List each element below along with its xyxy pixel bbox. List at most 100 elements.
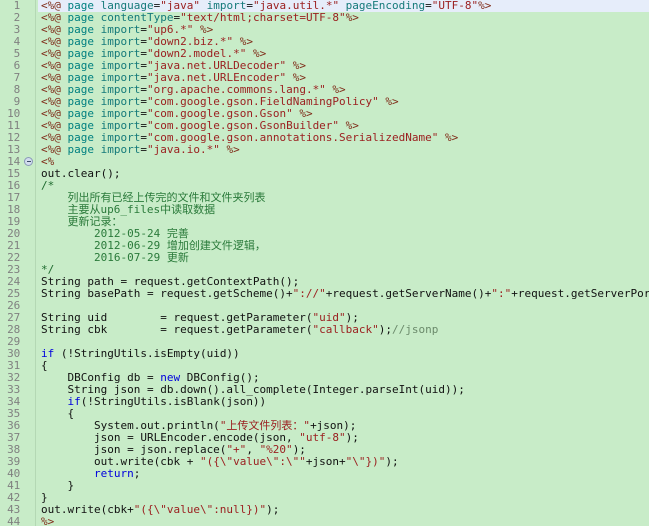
collapse-minus-icon[interactable] <box>24 157 33 166</box>
code-line-content[interactable]: String json = db.down().all_complete(Int… <box>38 384 649 396</box>
code-line-content[interactable]: <%@ page import="java.io.*" %> <box>38 144 649 156</box>
code-line-content[interactable] <box>38 336 649 348</box>
code-line-content[interactable]: if (!StringUtils.isEmpty(uid)) <box>38 348 649 360</box>
code-line[interactable]: 7 <%@ page import="java.net.URLEncoder" %… <box>0 72 649 84</box>
code-line-content[interactable]: String uid = request.getParameter("uid")… <box>38 312 649 324</box>
code-line-content[interactable]: <%@ page contentType="text/html;charset=… <box>38 12 649 24</box>
code-line-content[interactable]: String cbk = request.getParameter("callb… <box>38 324 649 336</box>
code-line[interactable]: 8 <%@ page import="org.apache.commons.lan… <box>0 84 649 96</box>
code-line[interactable]: 12 <%@ page import="com.google.gson.annot… <box>0 132 649 144</box>
code-line[interactable]: 40 return; <box>0 468 649 480</box>
code-line[interactable]: 18 主要从up6_files中读取数据 <box>0 204 649 216</box>
code-token: String basePath = request.getScheme()+ <box>41 288 293 300</box>
code-line-content[interactable]: <%@ page import="com.google.gson.GsonBui… <box>38 120 649 132</box>
code-line-content[interactable]: return; <box>38 468 649 480</box>
code-line[interactable]: 16/* <box>0 180 649 192</box>
code-line-content[interactable]: <%@ page import="down2.biz.*" %> <box>38 36 649 48</box>
code-line[interactable]: 43 out.write(cbk+"({\"value\":null})"); <box>0 504 649 516</box>
code-line-content[interactable]: { <box>38 408 649 420</box>
code-line[interactable]: 35 { <box>0 408 649 420</box>
code-line-content[interactable]: <%@ page import="java.net.URLDecoder" %> <box>38 60 649 72</box>
code-line[interactable]: 5 <%@ page import="down2.model.*" %> <box>0 48 649 60</box>
fold-spacer <box>22 432 35 444</box>
fold-toggle[interactable] <box>22 156 35 168</box>
code-line[interactable]: 38 json = json.replace("+", "%20"); <box>0 444 649 456</box>
code-line-content[interactable]: json = json.replace("+", "%20"); <box>38 444 649 456</box>
code-line-content[interactable]: System.out.println("上传文件列表："+json); <box>38 420 649 432</box>
code-line-content[interactable]: out.write(cbk+"({\"value\":null})"); <box>38 504 649 516</box>
code-line-content[interactable]: <%@ page import="java.net.URLEncoder" %> <box>38 72 649 84</box>
code-line[interactable]: 20 2012-05-24 完善 <box>0 228 649 240</box>
code-line[interactable]: 42} <box>0 492 649 504</box>
code-line[interactable]: 34 if(!StringUtils.isBlank(json)) <box>0 396 649 408</box>
code-line-content[interactable]: %> <box>38 516 649 526</box>
code-line[interactable]: 28 String cbk = request.getParameter("cal… <box>0 324 649 336</box>
code-line-content[interactable]: <%@ page import="com.google.gson.Gson" %… <box>38 108 649 120</box>
code-line-content[interactable]: <%@ page import="com.google.gson.annotat… <box>38 132 649 144</box>
code-line[interactable]: 15 out.clear(); <box>0 168 649 180</box>
code-line-content[interactable]: 更新记录： <box>38 216 649 228</box>
code-line[interactable]: 29 <box>0 336 649 348</box>
code-line[interactable]: 19 更新记录： <box>0 216 649 228</box>
code-line-content[interactable]: String basePath = request.getScheme()+":… <box>38 288 649 300</box>
code-line-content[interactable]: } <box>38 492 649 504</box>
code-line[interactable]: 21 2012-06-29 增加创建文件逻辑， <box>0 240 649 252</box>
code-line[interactable]: 44 %> <box>0 516 649 526</box>
code-line[interactable]: 11 <%@ page import="com.google.gson.GsonB… <box>0 120 649 132</box>
code-line-content[interactable]: 主要从up6_files中读取数据 <box>38 204 649 216</box>
code-line-content[interactable]: <%@ page import="com.google.gson.FieldNa… <box>38 96 649 108</box>
code-line-content[interactable]: out.write(cbk + "({\"value\":\""+json+"\… <box>38 456 649 468</box>
code-line[interactable]: 37 json = URLEncoder.encode(json, "utf-8… <box>0 432 649 444</box>
code-line[interactable]: 17 列出所有已经上传完的文件和文件夹列表 <box>0 192 649 204</box>
code-line-content[interactable]: */ <box>38 264 649 276</box>
code-line-content[interactable]: 列出所有已经上传完的文件和文件夹列表 <box>38 192 649 204</box>
code-line-content[interactable]: { <box>38 360 649 372</box>
code-token: = <box>246 0 253 12</box>
code-line[interactable]: 4 <%@ page import="down2.biz.*" %> <box>0 36 649 48</box>
code-line[interactable]: 1 <%@ page language="java" import="java.u… <box>0 0 649 12</box>
code-line-content[interactable]: 2016-07-29 更新 <box>38 252 649 264</box>
code-line-content[interactable]: 2012-05-24 完善 <box>38 228 649 240</box>
code-editor[interactable]: 1 <%@ page language="java" import="java.u… <box>0 0 649 526</box>
code-line-content[interactable]: String path = request.getContextPath(); <box>38 276 649 288</box>
code-token: %> <box>233 36 253 48</box>
code-line[interactable]: 13 <%@ page import="java.io.*" %> <box>0 144 649 156</box>
code-line[interactable]: 3 <%@ page import="up6.*" %> <box>0 24 649 36</box>
code-line[interactable]: 10 <%@ page import="com.google.gson.Gson"… <box>0 108 649 120</box>
code-line-content[interactable]: DBConfig db = new DBConfig(); <box>38 372 649 384</box>
code-line[interactable]: 33 String json = db.down().all_complete(… <box>0 384 649 396</box>
code-line-content[interactable] <box>38 300 649 312</box>
code-line-content[interactable]: /* <box>38 180 649 192</box>
code-token: = <box>425 0 432 12</box>
code-line-content[interactable]: <%@ page import="up6.*" %> <box>38 24 649 36</box>
code-line-content[interactable]: if(!StringUtils.isBlank(json)) <box>38 396 649 408</box>
code-line[interactable]: 39 out.write(cbk + "({\"value\":\""+json… <box>0 456 649 468</box>
code-line-content[interactable]: 2012-06-29 增加创建文件逻辑， <box>38 240 649 252</box>
code-line-content[interactable]: } <box>38 480 649 492</box>
code-line-content[interactable]: out.clear(); <box>38 168 649 180</box>
code-line[interactable]: 2 <%@ page contentType="text/html;charset… <box>0 12 649 24</box>
code-line-content[interactable]: <%@ page language="java" import="java.ut… <box>38 0 649 12</box>
code-line-content[interactable]: <% <box>38 156 649 168</box>
code-line[interactable]: 41 } <box>0 480 649 492</box>
code-line[interactable]: 36 System.out.println("上传文件列表："+json); <box>0 420 649 432</box>
code-line[interactable]: 32 DBConfig db = new DBConfig(); <box>0 372 649 384</box>
code-line[interactable]: 6 <%@ page import="java.net.URLDecoder" %… <box>0 60 649 72</box>
code-line[interactable]: 14 <% <box>0 156 649 168</box>
code-line[interactable]: 9 <%@ page import="com.google.gson.FieldN… <box>0 96 649 108</box>
code-line[interactable]: 24 String path = request.getContextPath()… <box>0 276 649 288</box>
code-line-content[interactable]: <%@ page import="org.apache.commons.lang… <box>38 84 649 96</box>
code-line[interactable]: 27 String uid = request.getParameter("uid… <box>0 312 649 324</box>
code-line-content[interactable]: <%@ page import="down2.model.*" %> <box>38 48 649 60</box>
code-token: import <box>100 120 141 132</box>
code-line-content[interactable]: json = URLEncoder.encode(json, "utf-8"); <box>38 432 649 444</box>
code-line[interactable]: 23 */ <box>0 264 649 276</box>
code-line[interactable]: 22 2016-07-29 更新 <box>0 252 649 264</box>
code-token: /* <box>41 180 55 192</box>
code-lines-container[interactable]: 1 <%@ page language="java" import="java.u… <box>0 0 649 526</box>
code-token: "%20" <box>259 444 293 456</box>
code-line[interactable]: 25 String basePath = request.getScheme()+… <box>0 288 649 300</box>
code-line[interactable]: 26 <box>0 300 649 312</box>
code-line[interactable]: 31{ <box>0 360 649 372</box>
code-line[interactable]: 30 if (!StringUtils.isEmpty(uid)) <box>0 348 649 360</box>
